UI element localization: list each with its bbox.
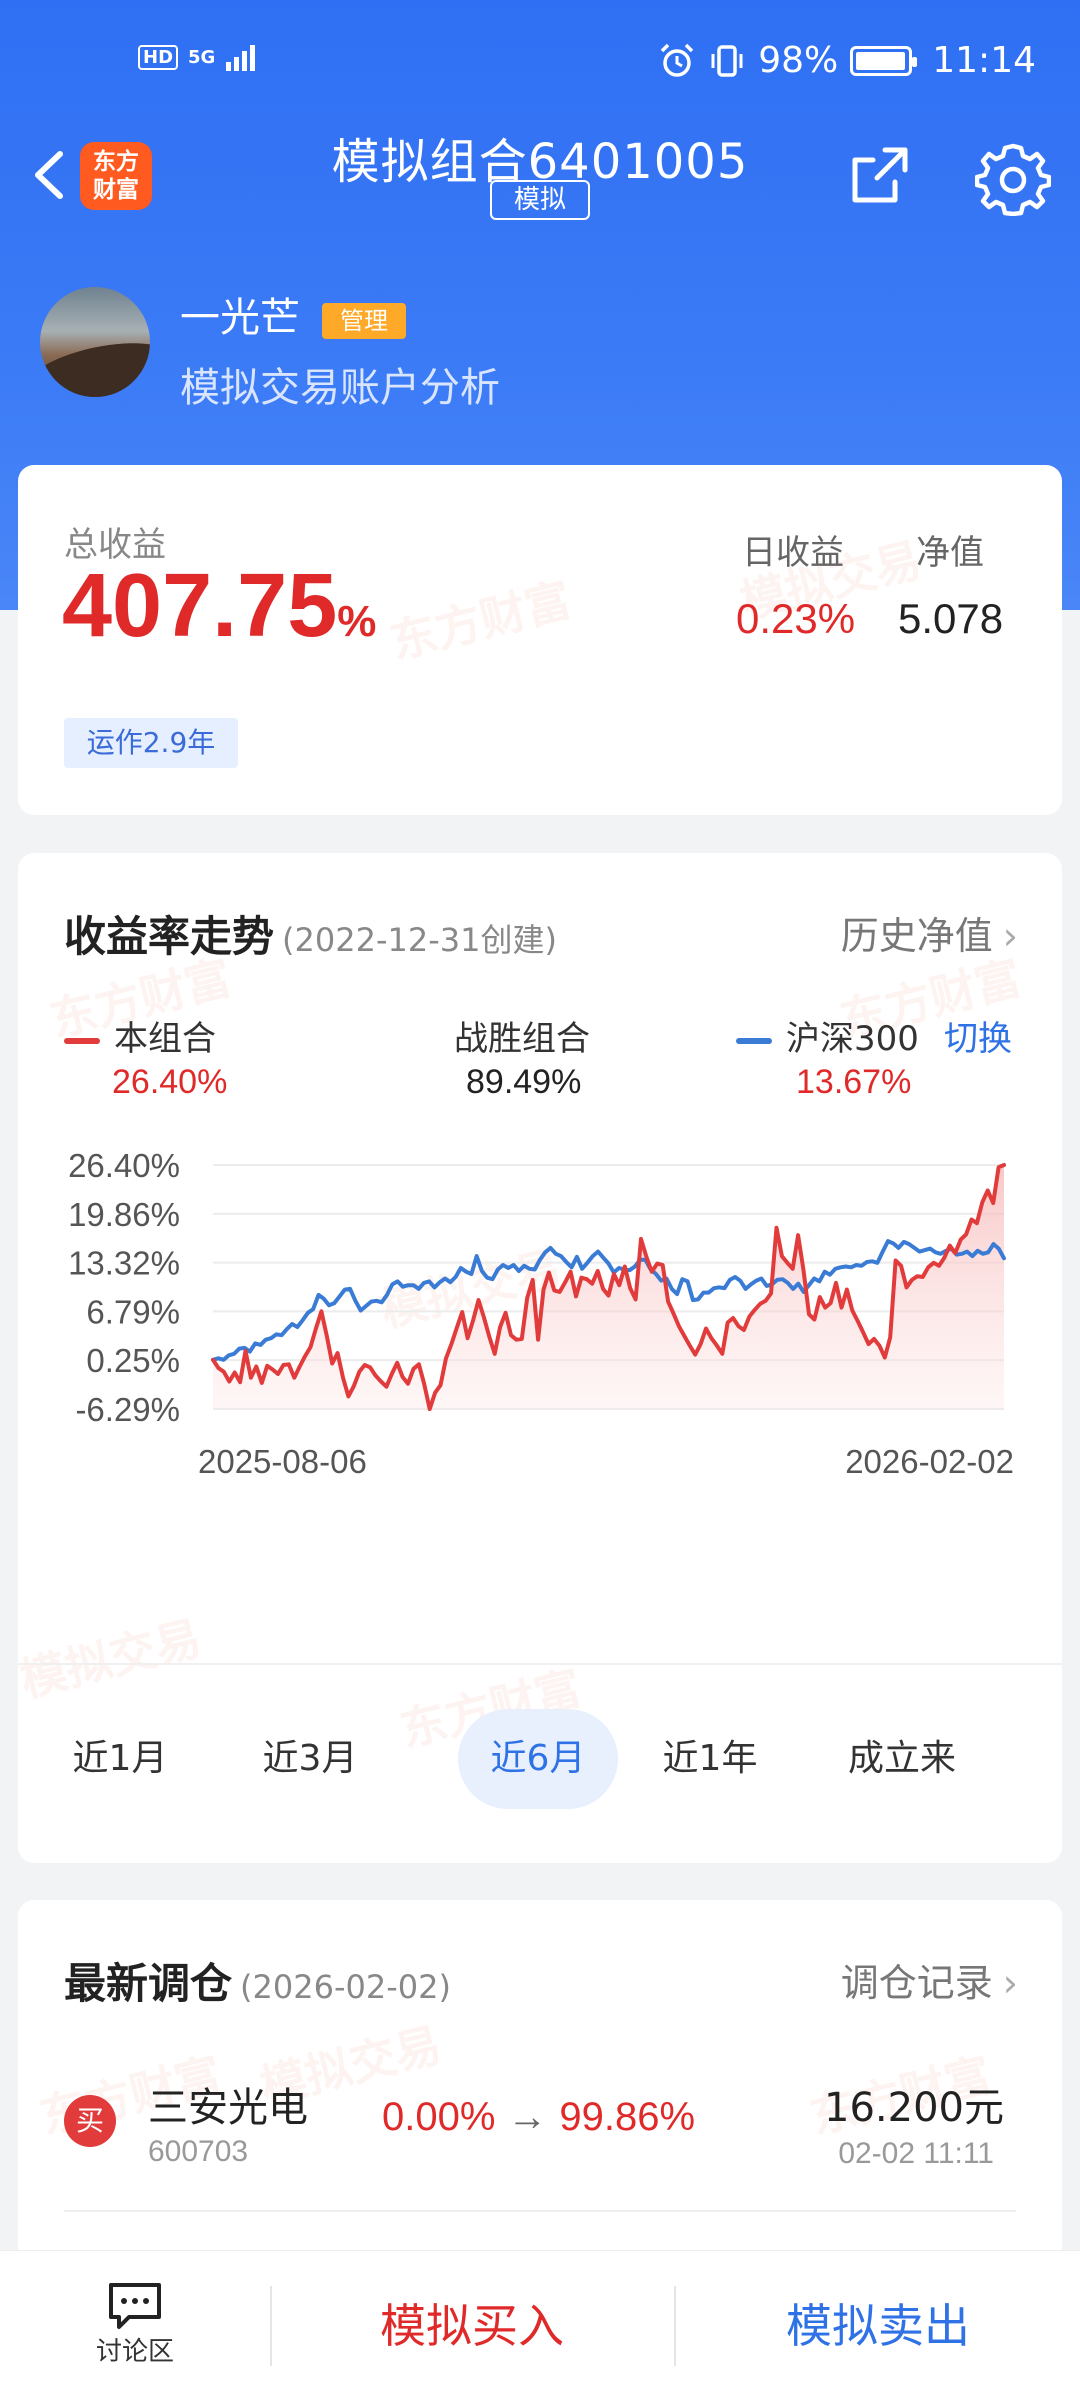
discussion-button[interactable]: 讨论区	[70, 2281, 200, 2381]
legend-benchmark-value: 13.67%	[796, 1063, 912, 1101]
rebalance-records-label: 调仓记录	[840, 1961, 993, 2005]
x-tick-label-end: 2026-02-02	[845, 1443, 1014, 1480]
status-left: HD 5G	[138, 42, 259, 72]
legend-beat: 战胜组合	[454, 1011, 590, 1060]
legend-portfolio-value: 26.40%	[112, 1063, 228, 1101]
y-tick-label: 19.86%	[68, 1196, 180, 1233]
clock: 11:14	[932, 40, 1036, 81]
position-change: 0.00% → 99.86%	[382, 2095, 695, 2140]
y-tick-label: 26.40%	[68, 1147, 180, 1184]
status-right: 98% 11:14	[658, 40, 1036, 81]
manager-badge: 管理	[322, 303, 406, 339]
switch-benchmark-button[interactable]: 切换	[944, 1011, 1012, 1060]
buy-badge-icon: 买	[64, 2095, 116, 2147]
x-tick-label-start: 2025-08-06	[198, 1443, 367, 1480]
net-value-label: 净值	[916, 533, 984, 573]
simulate-buy-button[interactable]: 模拟买入	[272, 2251, 672, 2400]
history-nav-label: 历史净值	[840, 914, 993, 958]
divider	[18, 1663, 1062, 1665]
legend-line-red-icon	[64, 1037, 100, 1044]
arrow-right-icon: →	[507, 2095, 548, 2139]
run-duration-badge: 运作2.9年	[64, 718, 238, 768]
legend-benchmark-label: 沪深300	[786, 1019, 919, 1059]
position-to: 99.86%	[559, 2095, 696, 2139]
tab-6m[interactable]: 近6月	[458, 1709, 618, 1809]
net-value-value: 5.078	[898, 595, 1004, 642]
trade-price: 16.200元	[824, 2085, 1004, 2131]
daily-return-label: 日收益	[742, 533, 844, 573]
tab-3m[interactable]: 近3月	[230, 1709, 390, 1809]
battery-icon	[850, 45, 918, 76]
watermark: 东方财富	[384, 572, 577, 670]
latest-rebalance-card: 东方财富 模拟交易 东方财富 最新调仓 (2026-02-02) 调仓记录 › 买 …	[18, 1900, 1062, 2300]
nav-bar: 东方 财富 模拟组合6401005 模拟	[0, 110, 1080, 240]
stock-name: 三安光电	[148, 2085, 308, 2131]
alarm-icon	[660, 43, 694, 77]
legend-benchmark: 沪深300	[736, 1011, 919, 1060]
trend-title-text: 收益率走势	[64, 912, 275, 961]
avatar[interactable]	[40, 287, 150, 397]
total-return-unit: %	[337, 597, 377, 646]
status-bar: HD 5G 98% 11:14	[0, 30, 1080, 100]
battery-percent: 98%	[758, 40, 839, 81]
summary-card: 东方财富 模拟交易 总收益 407.75% 运作2.9年 日收益 净值 0.23…	[18, 465, 1062, 815]
share-icon[interactable]	[845, 140, 915, 210]
return-chart[interactable]: 26.40% 19.86% 13.32% 6.79% 0.25% -6.29% 2025-0…	[18, 1133, 1062, 1663]
tab-1y[interactable]: 近1年	[630, 1709, 790, 1809]
gear-icon[interactable]	[975, 140, 1051, 216]
profile-header: 一光芒 管理 模拟交易账户分析	[40, 285, 1040, 411]
stock-code: 600703	[148, 2135, 249, 2168]
y-tick-label: 13.32%	[68, 1245, 180, 1282]
chevron-right-icon: ›	[1002, 1961, 1018, 2005]
position-from: 0.00%	[382, 2095, 496, 2139]
network-indicator: 5G	[188, 46, 216, 68]
series-area-本组合	[213, 1165, 1004, 1410]
legend-beat-value: 89.49%	[466, 1063, 582, 1101]
rebalance-title-text: 最新调仓	[64, 1959, 233, 2008]
rebalance-title: 最新调仓 (2026-02-02)	[64, 1950, 451, 2011]
chevron-right-icon: ›	[1002, 914, 1018, 958]
profile-description: 模拟交易账户分析	[180, 365, 500, 411]
trade-time: 02-02 11:11	[838, 2137, 994, 2170]
rebalance-records-link[interactable]: 调仓记录 ›	[841, 1952, 1018, 2007]
bottom-action-bar: 讨论区 模拟买入 模拟卖出	[0, 2250, 1080, 2400]
rebalance-date: (2026-02-02)	[240, 1968, 451, 2006]
tab-since-inception[interactable]: 成立来	[822, 1709, 982, 1809]
range-tabs: 近1月 近3月 近6月 近1年 成立来	[18, 1709, 1062, 1809]
legend-portfolio-label: 本组合	[114, 1019, 216, 1059]
hd-indicator: HD	[138, 44, 179, 70]
discussion-label: 讨论区	[95, 2337, 174, 2367]
return-trend-card: 东方财富 东方财富 模拟交易 模拟交易 东方财富 收益率走势 (2022-12-3…	[15, 853, 1062, 1863]
signal-icon	[226, 45, 256, 71]
tab-1m[interactable]: 近1月	[40, 1709, 200, 1809]
total-return-number: 407.75	[62, 556, 338, 656]
rebalance-row[interactable]: 买 三安光电 600703 0.00% → 99.86% 16.200元 02-02…	[64, 2075, 1024, 2195]
divider	[64, 2210, 1016, 2212]
y-tick-label: -6.29%	[75, 1391, 180, 1428]
vibrate-icon	[711, 44, 743, 77]
trend-created-date: (2022-12-31创建)	[282, 921, 557, 959]
y-tick-label: 6.79%	[86, 1293, 180, 1330]
simulate-sell-button[interactable]: 模拟卖出	[676, 2251, 1080, 2400]
legend-beat-label: 战胜组合	[454, 1019, 590, 1059]
trend-title: 收益率走势 (2022-12-31创建)	[64, 903, 557, 964]
chat-bubble-icon	[109, 2283, 161, 2329]
history-nav-link[interactable]: 历史净值 ›	[841, 905, 1018, 960]
battery-level	[856, 51, 906, 70]
profile-name[interactable]: 一光芒	[180, 285, 300, 343]
legend-portfolio: 本组合	[64, 1011, 216, 1060]
simulated-tag: 模拟	[490, 180, 590, 220]
total-return-value: 407.75%	[62, 555, 376, 658]
daily-return-value: 0.23%	[736, 595, 856, 642]
legend-line-blue-icon	[736, 1037, 772, 1044]
y-tick-label: 0.25%	[86, 1342, 180, 1379]
